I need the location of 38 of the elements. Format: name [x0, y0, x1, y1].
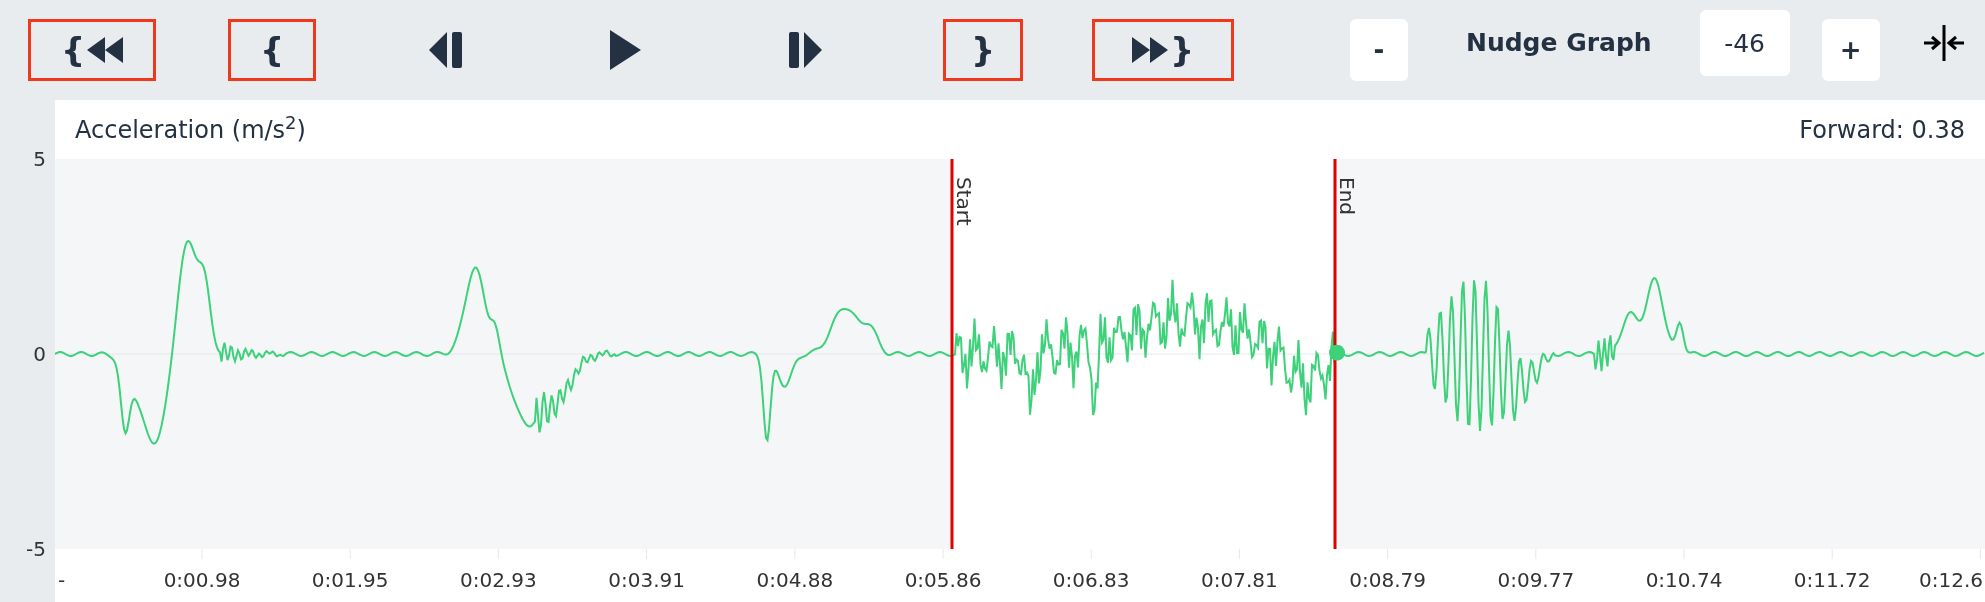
x-axis-label: 0:02.93: [460, 568, 537, 592]
x-axis-label: 0:08.79: [1349, 568, 1426, 592]
x-axis-label: 0:09.77: [1497, 568, 1575, 592]
x-axis-label: 0:05.86: [904, 568, 982, 592]
x-axis-label: 0:11.72: [1793, 568, 1871, 592]
step-back-icon: [428, 29, 462, 71]
x-axis-label: 0:12.6: [1919, 568, 1983, 592]
y-axis-label: 0: [33, 342, 46, 366]
forward-reading: Forward: 0.38: [1799, 114, 1965, 146]
graph-title: Acceleration (m/s$^{2}$): [75, 111, 306, 146]
marker-button[interactable]: {: [228, 19, 316, 81]
start-marker-label: Start: [952, 177, 976, 226]
step-forward-icon: [788, 29, 822, 71]
jump-to-end-button[interactable]: }: [1092, 19, 1234, 81]
nudge-graph-label: Nudge Graph: [1466, 27, 1652, 60]
end-marker-label: End: [1335, 177, 1359, 215]
compress-icon[interactable]: [1923, 23, 1964, 63]
nudge-plus-button[interactable]: +: [1821, 19, 1880, 81]
rewind-icon: [87, 37, 124, 63]
fast-forward-icon: [1131, 37, 1168, 63]
nudge-minus-button[interactable]: -: [1350, 19, 1408, 81]
x-axis-label: 0:07.81: [1201, 568, 1278, 592]
x-axis-label: -: [58, 568, 66, 592]
jump-to-start-button[interactable]: {: [28, 19, 156, 81]
play-icon: [608, 29, 642, 71]
nudge-input-field[interactable]: -46: [1699, 10, 1790, 76]
x-axis-label: 0:10.74: [1645, 568, 1723, 592]
cursor-dot[interactable]: [1329, 344, 1345, 361]
y-axis-label: 5: [33, 147, 46, 171]
x-axis-label: 0:03.91: [608, 568, 685, 592]
end-marker-line[interactable]: [1333, 159, 1337, 549]
start-marker-line[interactable]: [950, 159, 954, 549]
x-axis-label: 0:01.95: [311, 568, 389, 592]
y-axis-label: -5: [26, 537, 46, 561]
marker-button[interactable]: }: [943, 19, 1023, 81]
x-axis-label: 0:00.98: [163, 568, 241, 592]
x-axis-label: 0:06.83: [1052, 568, 1130, 592]
x-axis-label: 0:04.88: [756, 568, 834, 592]
